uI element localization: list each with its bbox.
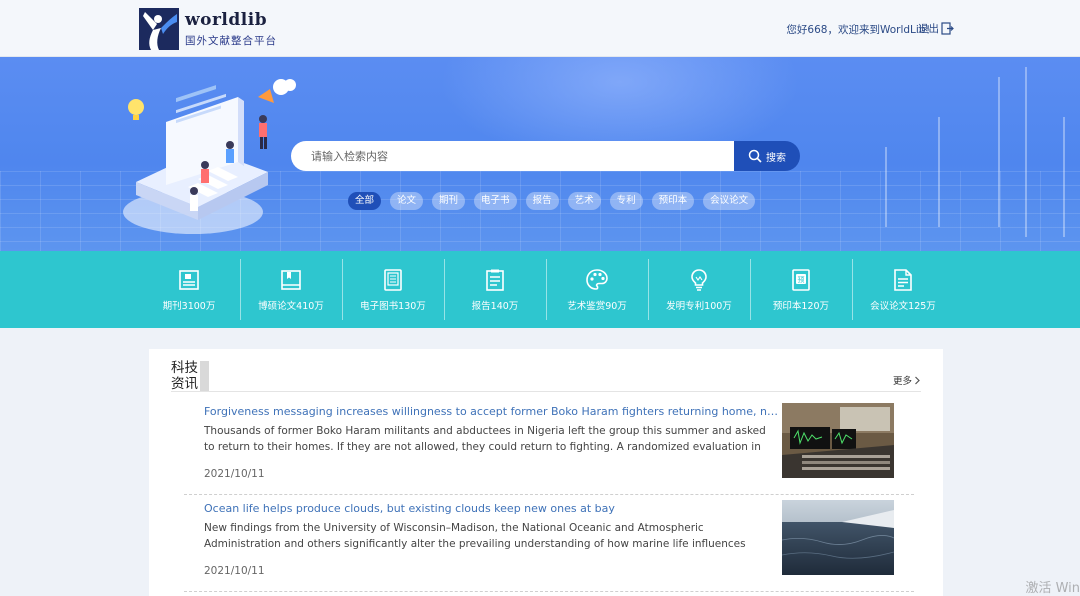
news-title-link[interactable]: Ocean life helps produce clouds, but exi…: [204, 502, 779, 515]
top-header: worldlib 国外文献整合平台 您好668，欢迎来到WorldLib！ 退出: [0, 0, 1080, 57]
more-label: 更多: [892, 376, 912, 387]
tag-conference-paper[interactable]: 会议论文: [703, 192, 756, 210]
news-thumbnail[interactable]: [782, 500, 894, 575]
tag-journal[interactable]: 期刊: [432, 192, 466, 210]
search-banner: 搜索 全部 论文 期刊 电子书 报告 艺术 专利 预印本 会议论文: [0, 57, 1080, 251]
search-button-label: 搜索: [766, 152, 786, 164]
more-link[interactable]: 更多: [893, 373, 921, 387]
news-date: 2021/10/11: [204, 565, 265, 577]
news-thumbnail[interactable]: [782, 403, 894, 478]
stat-label: 电子图书130万: [360, 300, 426, 312]
search-button[interactable]: 搜索: [734, 141, 800, 171]
preprint-icon: 预: [792, 268, 810, 291]
tag-all[interactable]: 全部: [348, 192, 382, 210]
studio-console-image-icon: [782, 403, 894, 478]
stat-thesis[interactable]: 博硕论文410万: [240, 251, 342, 328]
logo-subtitle: 国外文献整合平台: [185, 35, 277, 47]
banner-light-line: [938, 117, 940, 227]
stat-label: 会议论文125万: [870, 300, 936, 312]
news-title-link[interactable]: Forgiveness messaging increases willingn…: [204, 405, 779, 418]
tag-art[interactable]: 艺术: [567, 192, 601, 210]
stat-label: 预印本120万: [772, 300, 830, 312]
news-panel: 科技资讯 更多 Forgiveness messaging increases …: [149, 349, 943, 596]
lightbulb-icon: [691, 268, 707, 291]
search-input[interactable]: [291, 141, 734, 171]
tag-patent[interactable]: 专利: [609, 192, 643, 210]
logout-icon: [941, 22, 954, 35]
tag-preprint[interactable]: 预印本: [651, 192, 695, 210]
news-item: Forgiveness messaging increases willingn…: [184, 398, 914, 495]
stat-patent[interactable]: 发明专利100万: [648, 251, 750, 328]
stat-label: 报告140万: [471, 300, 519, 312]
library-illustration-icon: [123, 79, 296, 234]
banner-light-line: [885, 147, 887, 227]
stat-label: 发明专利100万: [666, 300, 732, 312]
news-item: Ocean life helps produce clouds, but exi…: [184, 495, 914, 592]
section-title: 科技资讯: [171, 360, 198, 392]
resource-stats-bar: 期刊3100万 博硕论文410万 电子图书130万 报告140万 艺术鉴赏90万…: [0, 251, 1080, 328]
logo-emblem-icon: [139, 8, 179, 50]
stat-art[interactable]: 艺术鉴赏90万: [546, 251, 648, 328]
section-divider: [171, 391, 921, 392]
svg-text:预: 预: [798, 275, 805, 284]
stat-ebook[interactable]: 电子图书130万: [342, 251, 444, 328]
chevron-right-icon: [915, 376, 920, 384]
stat-report[interactable]: 报告140万: [444, 251, 546, 328]
news-summary: Thousands of former Boko Haram militants…: [204, 425, 766, 453]
section-title-decoration: [200, 361, 209, 392]
banner-light-line: [1063, 117, 1065, 237]
journal-icon: [179, 269, 199, 290]
search-icon: [748, 149, 762, 163]
banner-light-line: [1025, 67, 1027, 237]
palette-icon: [586, 268, 608, 290]
report-icon: [486, 269, 504, 291]
logout-label: 退出: [918, 23, 939, 35]
news-summary: New findings from the University of Wisc…: [204, 522, 746, 550]
ebook-icon: [384, 268, 402, 291]
tag-thesis[interactable]: 论文: [390, 192, 424, 210]
user-greeting: 您好668，欢迎来到WorldLib！: [786, 24, 936, 36]
news-date: 2021/10/11: [204, 468, 265, 480]
os-activation-watermark: 激活 Win: [1025, 581, 1080, 596]
conference-paper-icon: [894, 268, 912, 291]
stat-preprint[interactable]: 预 预印本120万: [750, 251, 852, 328]
ocean-image-icon: [782, 500, 894, 575]
logout-button[interactable]: 退出: [918, 21, 954, 36]
worldlib-logo[interactable]: worldlib 国外文献整合平台: [139, 8, 279, 50]
tag-ebook[interactable]: 电子书: [474, 192, 517, 210]
stat-conference[interactable]: 会议论文125万: [852, 251, 954, 328]
logo-title: worldlib: [185, 10, 268, 30]
stat-label: 期刊3100万: [162, 300, 216, 312]
thesis-book-icon: [281, 269, 301, 290]
stat-label: 艺术鉴赏90万: [567, 300, 627, 312]
banner-light-line: [998, 77, 1000, 227]
tag-report[interactable]: 报告: [525, 192, 559, 210]
stat-label: 博硕论文410万: [258, 300, 324, 312]
stat-journal[interactable]: 期刊3100万: [138, 251, 240, 328]
search-category-tags: 全部 论文 期刊 电子书 报告 艺术 专利 预印本 会议论文: [348, 192, 756, 210]
